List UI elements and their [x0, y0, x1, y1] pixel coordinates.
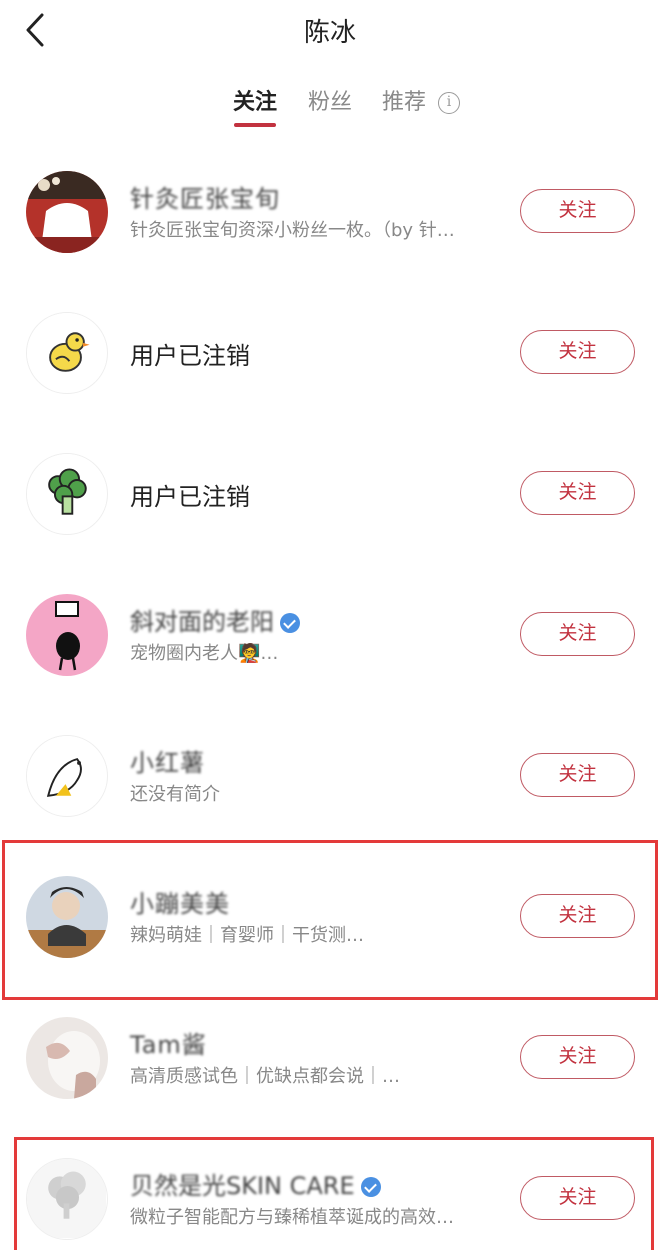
tab-following[interactable]: 关注 [233, 84, 277, 116]
list-item[interactable]: Tam酱 高清质感试色｜优缺点都会说｜… 关注 [0, 987, 660, 1128]
follow-button[interactable]: 关注 [520, 1035, 635, 1079]
user-bio: 高清质感试色｜优缺点都会说｜… [130, 1066, 400, 1087]
active-tab-indicator [234, 123, 276, 127]
user-bio: 还没有简介 [130, 784, 220, 805]
info-icon[interactable]: i [438, 92, 460, 114]
avatar[interactable] [26, 594, 108, 676]
avatar[interactable] [26, 171, 108, 253]
tab-bar: 关注 粉丝 推荐 i [0, 84, 660, 134]
avatar[interactable] [26, 735, 108, 817]
highlight-box [14, 1137, 654, 1250]
user-name[interactable]: 小红薯 [130, 743, 205, 778]
top-bar: 陈冰 [0, 0, 660, 60]
follow-button[interactable]: 关注 [520, 753, 635, 797]
user-name[interactable]: Tam酱 [130, 1025, 207, 1060]
list-item[interactable]: 针灸匠张宝旬 针灸匠张宝旬资深小粉丝一枚。（by 针… 关注 [0, 141, 660, 282]
list-item[interactable]: 小红薯 还没有简介 关注 [0, 705, 660, 846]
user-name[interactable]: 斜对面的老阳 [130, 602, 300, 637]
avatar[interactable] [26, 453, 108, 535]
follow-button[interactable]: 关注 [520, 330, 635, 374]
user-name[interactable]: 针灸匠张宝旬 [130, 179, 280, 214]
user-name[interactable]: 用户已注销 [130, 336, 250, 371]
avatar[interactable] [26, 312, 108, 394]
user-bio: 宠物圈内老人🧑‍🏫… [130, 643, 279, 664]
verified-badge-icon [280, 613, 300, 633]
user-bio: 针灸匠张宝旬资深小粉丝一枚。（by 针… [130, 220, 455, 241]
list-item[interactable]: 用户已注销 关注 [0, 423, 660, 564]
highlight-box [2, 840, 658, 1000]
user-name[interactable]: 用户已注销 [130, 477, 250, 512]
list-item[interactable]: 斜对面的老阳 宠物圈内老人🧑‍🏫… 关注 [0, 564, 660, 705]
follow-button[interactable]: 关注 [520, 612, 635, 656]
avatar[interactable] [26, 1017, 108, 1099]
follow-button[interactable]: 关注 [520, 189, 635, 233]
follow-button[interactable]: 关注 [520, 471, 635, 515]
list-item[interactable]: 用户已注销 关注 [0, 282, 660, 423]
tab-fans[interactable]: 粉丝 [308, 84, 352, 116]
tab-recommended[interactable]: 推荐 [382, 84, 426, 116]
page-title: 陈冰 [303, 18, 356, 48]
